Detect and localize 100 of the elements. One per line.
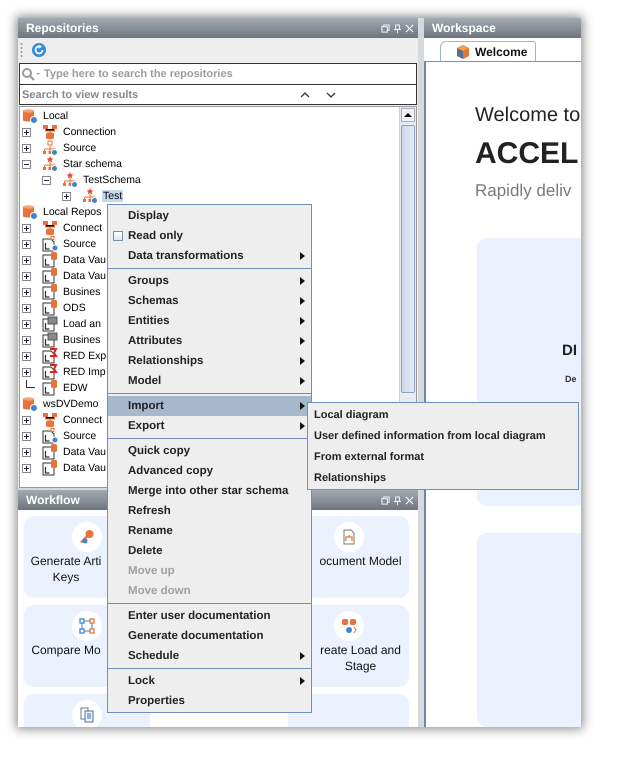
tree-item[interactable]: Connect <box>62 222 104 234</box>
tree-item[interactable]: Source <box>62 430 98 442</box>
expand-toggle[interactable] <box>22 432 31 440</box>
menu-item[interactable]: Display <box>108 206 311 226</box>
expand-toggle[interactable] <box>22 224 31 232</box>
scroll-thumb[interactable] <box>401 125 415 393</box>
chevron-up-icon[interactable] <box>300 92 310 98</box>
tree-item[interactable]: wsDVDemo <box>42 398 100 410</box>
menu-item[interactable]: Entities <box>108 311 311 331</box>
document-icon <box>42 316 58 332</box>
product-title: ACCEL <box>475 137 580 171</box>
workflow-card-label: Generate Arti <box>30 553 102 569</box>
tree-item[interactable]: Test <box>102 190 124 202</box>
menu-item[interactable]: Attributes <box>108 331 311 351</box>
checkbox[interactable] <box>113 231 123 241</box>
menu-item[interactable]: Quick copy <box>108 441 311 461</box>
network-icon <box>42 124 58 140</box>
expand-toggle[interactable] <box>22 288 31 296</box>
menu-item[interactable]: User defined information from local diagram <box>308 425 578 446</box>
star-hierarchy-icon <box>42 156 58 172</box>
tree-item[interactable]: Connect <box>62 414 104 426</box>
tree-item[interactable]: Local <box>42 110 70 122</box>
tree-item[interactable]: Load an <box>62 318 102 330</box>
expand-toggle[interactable] <box>22 128 31 136</box>
expand-toggle[interactable] <box>22 240 31 248</box>
toolbar-grip-icon <box>20 42 23 58</box>
menu-item[interactable]: Data transformations <box>108 246 311 266</box>
document-icon <box>42 332 58 348</box>
document-icon <box>42 380 58 396</box>
menu-item[interactable]: Local diagram <box>308 404 578 425</box>
key-icon <box>79 529 95 545</box>
tree-item[interactable]: Data Vau <box>62 270 107 282</box>
tree-item[interactable]: Busines <box>62 286 102 298</box>
tree-item[interactable]: Local Repos <box>42 206 102 218</box>
expand-toggle[interactable] <box>22 320 31 328</box>
menu-item[interactable]: Import <box>108 396 311 416</box>
star-hierarchy-icon <box>62 172 78 188</box>
tree-item[interactable]: EDW <box>62 382 88 394</box>
search-field[interactable]: Type here to search the repositories <box>19 63 417 85</box>
panel-title: Workflow <box>26 493 80 507</box>
expand-toggle[interactable] <box>22 272 31 280</box>
close-icon[interactable] <box>405 24 414 32</box>
search-icon <box>21 67 41 81</box>
menu-item[interactable]: From external format <box>308 446 578 467</box>
pin-icon[interactable] <box>393 496 402 504</box>
tree-item[interactable]: Connection <box>62 126 118 138</box>
expand-toggle[interactable] <box>22 448 31 456</box>
tree-item[interactable]: RED Imp <box>62 366 107 378</box>
expand-toggle[interactable] <box>22 304 31 312</box>
star-hierarchy-icon <box>82 188 98 204</box>
document-icon <box>42 444 58 460</box>
expand-toggle[interactable] <box>22 256 31 264</box>
refresh-icon[interactable] <box>31 42 47 58</box>
expand-toggle[interactable] <box>22 464 31 472</box>
document-icon <box>42 364 58 380</box>
tree-item[interactable]: TestSchema <box>82 174 142 186</box>
workflow-card-label: Compare Mo <box>31 642 101 658</box>
expand-toggle[interactable] <box>62 192 71 200</box>
restore-icon[interactable] <box>381 496 390 504</box>
network-icon <box>42 220 58 236</box>
tree-item[interactable]: RED Exp <box>62 350 108 362</box>
menu-item[interactable]: Model <box>108 371 311 391</box>
tree-item[interactable]: ODS <box>62 302 87 314</box>
tagline: Rapidly deliv <box>475 181 572 201</box>
tree-item[interactable]: Source <box>62 238 98 250</box>
tree-item[interactable]: Data Vau <box>62 446 107 458</box>
menu-item[interactable]: Properties <box>108 691 311 711</box>
expand-toggle[interactable] <box>22 416 31 424</box>
menu-item[interactable]: Merge into other star schema <box>108 481 311 501</box>
tree-item[interactable]: Data Vau <box>62 462 107 474</box>
menu-item[interactable]: Schemas <box>108 291 311 311</box>
hierarchy-icon <box>42 140 58 156</box>
menu-item[interactable]: Relationships <box>108 351 311 371</box>
card-title: DI <box>561 342 578 359</box>
document-icon <box>42 300 58 316</box>
expand-toggle[interactable] <box>22 144 31 152</box>
welcome-heading: Welcome to <box>475 104 581 127</box>
expand-toggle[interactable] <box>42 176 51 184</box>
close-icon[interactable] <box>405 496 414 504</box>
pin-icon[interactable] <box>393 24 402 32</box>
tree-item[interactable]: Star schema <box>62 158 123 170</box>
restore-icon[interactable] <box>381 24 390 32</box>
tree-item[interactable]: Busines <box>62 334 102 346</box>
expand-toggle[interactable] <box>22 336 31 344</box>
menu-item[interactable]: Relationships <box>308 467 578 488</box>
expand-toggle[interactable] <box>22 368 31 376</box>
expand-toggle[interactable] <box>22 352 31 360</box>
chevron-down-icon[interactable] <box>326 92 336 98</box>
menu-item[interactable]: Export <box>108 416 311 436</box>
tree-item[interactable]: Source <box>62 142 98 154</box>
menu-item[interactable]: Read only <box>108 226 311 246</box>
menu-item[interactable]: Groups <box>108 271 311 291</box>
welcome-tab[interactable]: Welcome <box>440 41 536 61</box>
document-icon <box>42 428 58 444</box>
cube-icon <box>455 44 471 60</box>
menu-item[interactable]: Advanced copy <box>108 461 311 481</box>
tree-item[interactable]: Data Vau <box>62 254 107 266</box>
panel-title: Workspace <box>432 21 496 35</box>
expand-toggle[interactable] <box>22 160 31 168</box>
document-icon <box>42 284 58 300</box>
